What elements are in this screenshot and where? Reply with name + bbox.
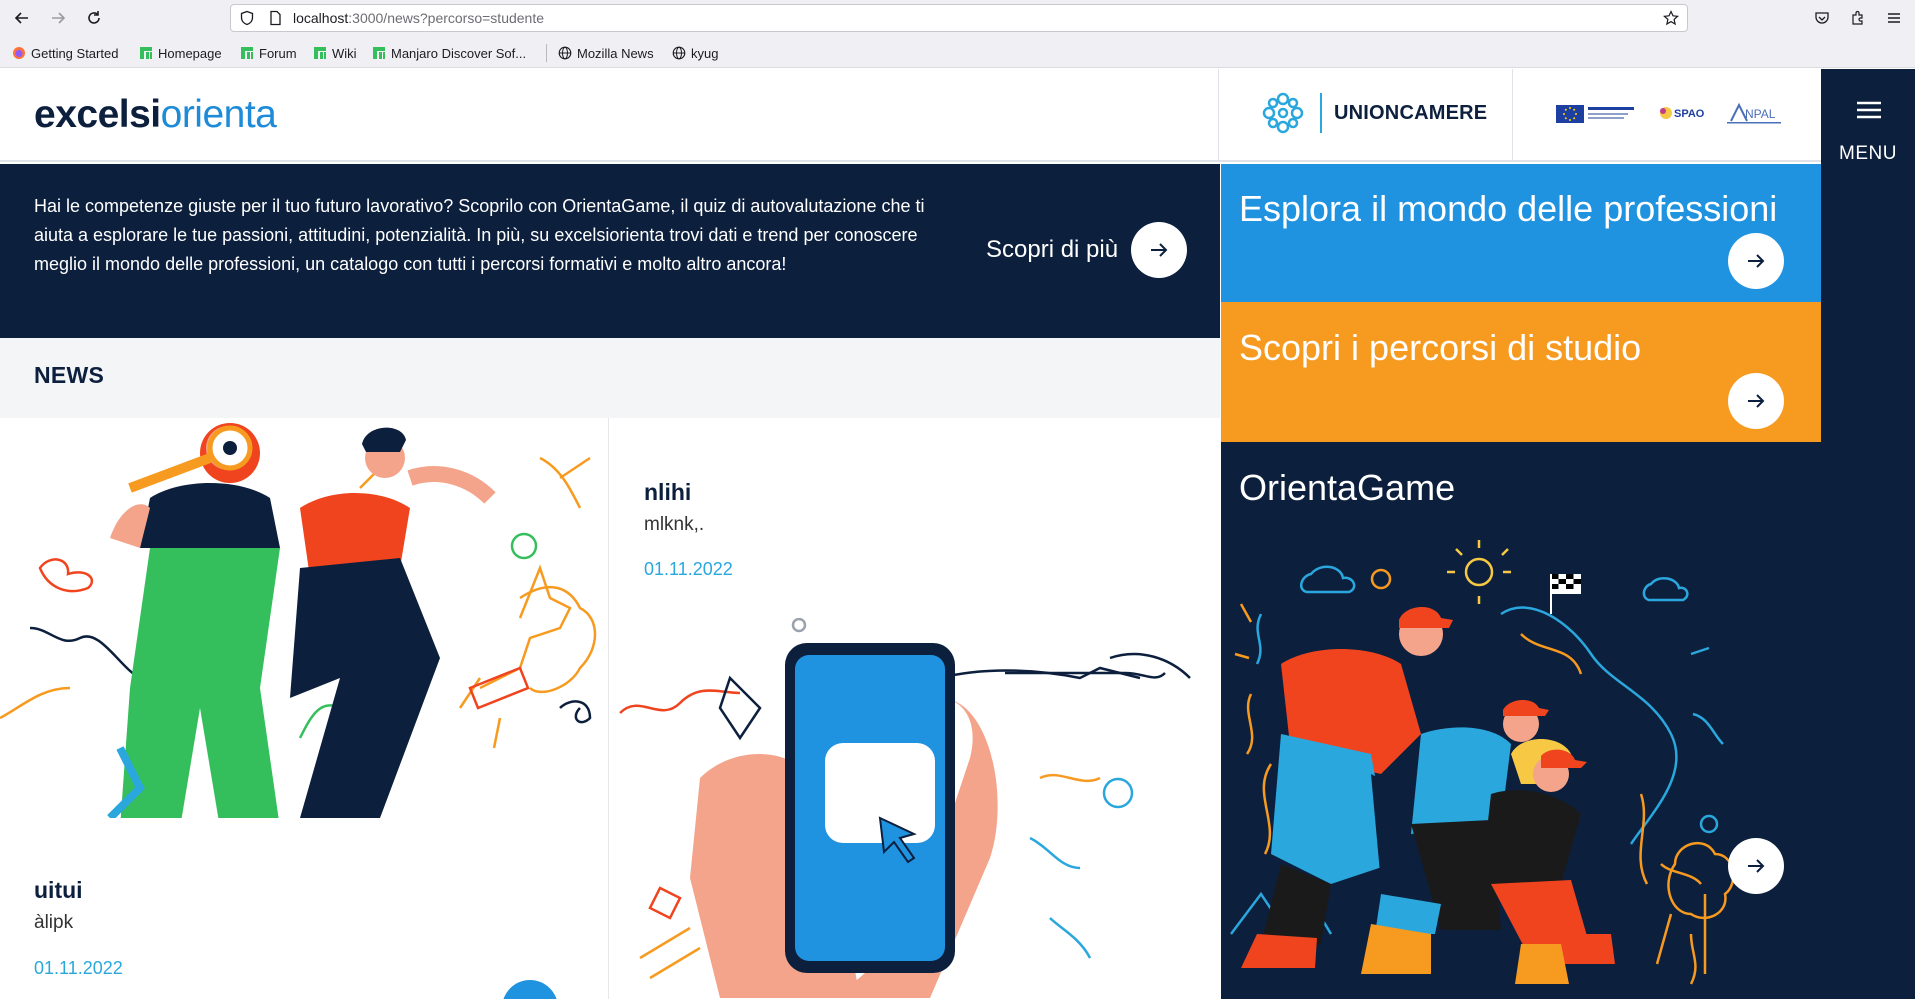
hero-cta-button[interactable] xyxy=(1131,222,1187,278)
bookmark-manjaro-discover[interactable]: Manjaro Discover Sof... xyxy=(372,44,526,62)
orientagame-illustration xyxy=(1230,540,1735,985)
news-date: 01.11.2022 xyxy=(34,958,123,978)
arrow-right-icon xyxy=(1748,859,1765,873)
extensions-icon[interactable] xyxy=(1846,6,1870,30)
tile-orientagame[interactable]: OrientaGame xyxy=(1221,442,1821,999)
bookmarks-separator xyxy=(546,44,547,62)
hamburger-icon xyxy=(1857,101,1881,119)
manjaro-icon xyxy=(241,47,253,59)
tile-percorsi-button[interactable] xyxy=(1728,373,1784,429)
news-subtitle: àlipk xyxy=(34,912,74,933)
bookmark-mozilla-news[interactable]: Mozilla News xyxy=(558,44,654,62)
news-card-open-button[interactable] xyxy=(502,980,558,999)
tile-title: OrientaGame xyxy=(1239,467,1456,508)
unioncamere-label: UNIONCAMERE xyxy=(1334,102,1488,124)
hero-banner: Hai le competenze giuste per il tuo futu… xyxy=(0,164,1220,338)
news-card-illustration xyxy=(0,423,597,818)
globe-icon xyxy=(558,46,572,60)
bookmark-label: Getting Started xyxy=(31,45,119,61)
arrow-right-icon xyxy=(1151,243,1168,257)
firefox-icon xyxy=(13,47,25,59)
bookmark-label: Forum xyxy=(259,45,297,61)
eu-flag-logo[interactable] xyxy=(1556,101,1636,125)
news-card-illustration xyxy=(619,618,1191,998)
bookmark-getting-started[interactable]: Getting Started xyxy=(12,44,118,62)
unioncamere-flower-icon xyxy=(1262,92,1304,134)
manjaro-icon xyxy=(373,47,385,59)
news-subtitle: mlknk,. xyxy=(644,514,705,535)
logo-part-2: orienta xyxy=(160,93,277,136)
news-section-title: NEWS xyxy=(34,362,105,388)
news-card[interactable]: nlihi mlknk,. 01.11.2022 xyxy=(610,418,1220,999)
bookmark-kyug[interactable]: kyug xyxy=(672,44,718,62)
arrow-right-icon xyxy=(1748,394,1765,408)
bookmark-forum[interactable]: Forum xyxy=(240,44,297,62)
browser-toolbar: localhost:3000/news?percorso=studente xyxy=(0,0,1915,36)
manjaro-icon xyxy=(314,47,326,59)
shield-icon[interactable] xyxy=(239,10,255,26)
bookmark-label: Wiki xyxy=(332,45,357,61)
logo-part-1: excelsi xyxy=(34,93,161,136)
unioncamere-logo-block[interactable]: UNIONCAMERE xyxy=(1218,69,1512,162)
app-menu-icon[interactable] xyxy=(1882,6,1906,30)
hero-text: Hai le competenze giuste per il tuo futu… xyxy=(34,196,925,274)
forward-icon[interactable] xyxy=(46,6,70,30)
reload-icon[interactable] xyxy=(82,6,106,30)
hero-cta-label[interactable]: Scopri di più xyxy=(986,236,1118,264)
spao-logo[interactable]: SPAO xyxy=(1656,101,1706,125)
site-header: excelsiorienta UNIONCAMERE SPAO NPAL xyxy=(0,69,1821,162)
menu-label: MENU xyxy=(1839,143,1897,164)
tile-professioni-button[interactable] xyxy=(1728,233,1784,289)
excelsiorienta-logo[interactable]: excelsiorienta xyxy=(34,93,277,137)
news-section-header: NEWS xyxy=(0,338,1220,418)
tile-title: Scopri i percorsi di studio xyxy=(1239,327,1642,368)
bookmark-homepage[interactable]: Homepage xyxy=(139,44,222,62)
url-bar[interactable]: localhost:3000/news?percorso=studente xyxy=(230,4,1688,32)
unioncamere-divider xyxy=(1320,93,1322,133)
globe-icon xyxy=(672,46,686,60)
tile-percorsi-studio[interactable]: Scopri i percorsi di studio xyxy=(1221,302,1821,442)
svg-text:NPAL: NPAL xyxy=(1745,107,1776,121)
svg-text:SPAO: SPAO xyxy=(1674,108,1705,120)
bookmark-wiki[interactable]: Wiki xyxy=(313,44,357,62)
back-icon[interactable] xyxy=(10,6,34,30)
tile-title: Esplora il mondo delle professioni xyxy=(1239,188,1778,229)
partners-logos: SPAO NPAL xyxy=(1512,69,1821,162)
menu-button[interactable]: MENU xyxy=(1821,69,1915,999)
bookmark-label: kyug xyxy=(691,45,719,61)
url-text[interactable]: localhost:3000/news?percorso=studente xyxy=(293,10,544,26)
news-title[interactable]: uitui xyxy=(34,877,83,904)
anpal-logo[interactable]: NPAL xyxy=(1725,101,1785,125)
bookmark-label: Mozilla News xyxy=(577,45,654,61)
news-date: 01.11.2022 xyxy=(644,559,733,579)
url-path: :3000/news?percorso=studente xyxy=(348,10,545,26)
arrow-right-icon xyxy=(1748,254,1765,268)
bookmark-label: Manjaro Discover Sof... xyxy=(391,45,527,61)
url-host: localhost xyxy=(293,10,349,26)
news-card[interactable]: uitui àlipk 01.11.2022 xyxy=(0,418,609,999)
tile-orientagame-button[interactable] xyxy=(1728,838,1784,894)
page-icon[interactable] xyxy=(267,10,283,26)
bookmarks-bar: Getting Started Homepage Forum Wiki Manj… xyxy=(0,36,1915,68)
news-title[interactable]: nlihi xyxy=(644,479,691,506)
tile-professioni[interactable]: Esplora il mondo delle professioni xyxy=(1221,164,1821,302)
manjaro-icon xyxy=(140,47,152,59)
bookmark-star-icon[interactable] xyxy=(1663,10,1679,26)
pocket-icon[interactable] xyxy=(1810,6,1834,30)
bookmark-label: Homepage xyxy=(158,45,222,61)
